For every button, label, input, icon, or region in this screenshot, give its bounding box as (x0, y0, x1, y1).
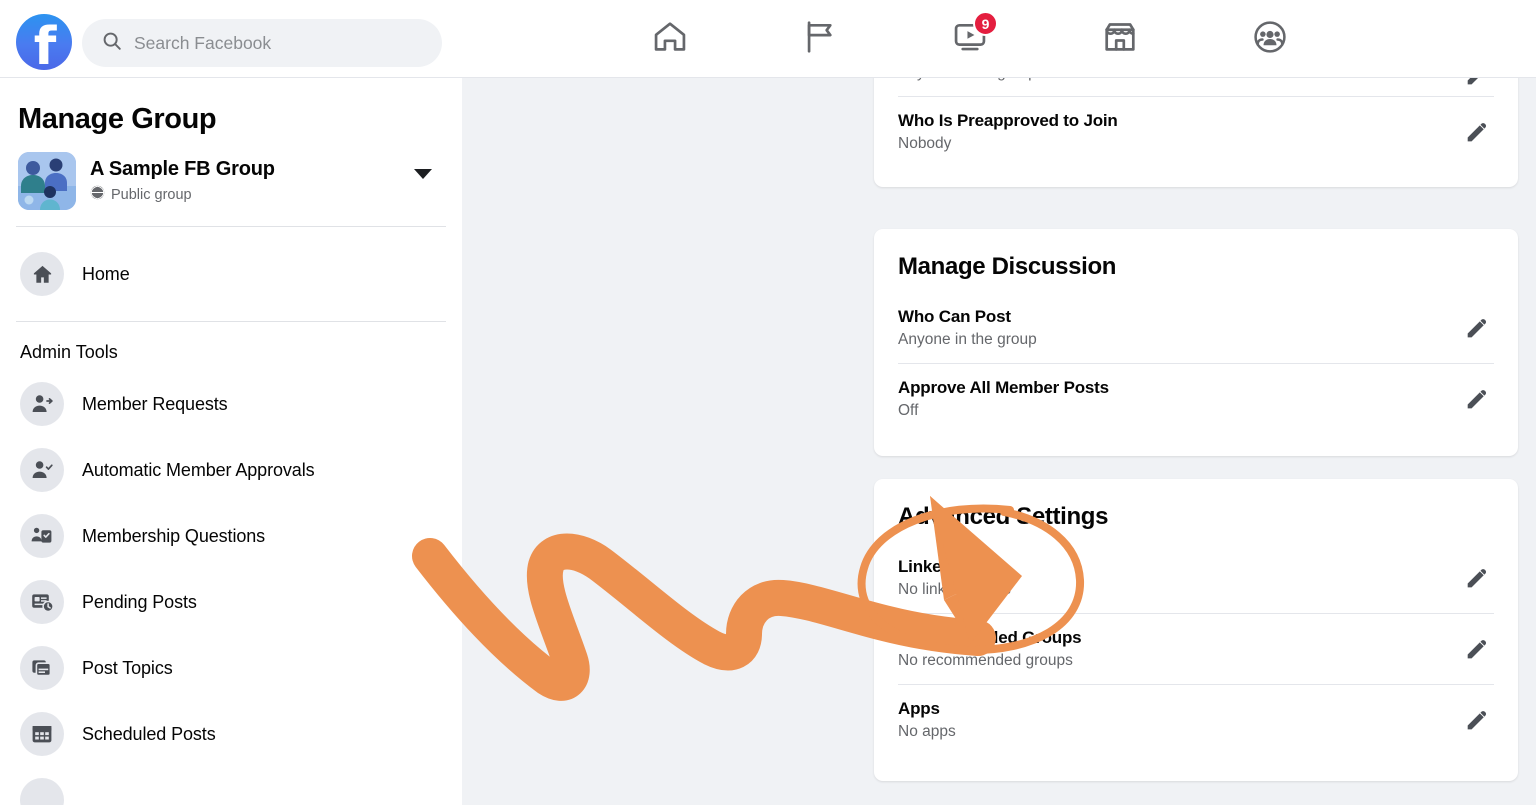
pending-posts-icon (20, 580, 64, 624)
setting-label: Who Is Preapproved to Join (898, 111, 1118, 130)
nav-marketplace-button[interactable] (1090, 9, 1150, 69)
membership-questions-icon (20, 514, 64, 558)
group-avatar (18, 152, 76, 210)
home-icon (20, 252, 64, 296)
setting-row-recommended-groups[interactable]: Recommended Groups No recommended groups (898, 613, 1494, 684)
pencil-icon[interactable] (1460, 561, 1494, 595)
group-privacy: Public group (90, 185, 275, 204)
setting-value: No apps (898, 723, 956, 740)
sidebar-item-home[interactable]: Home (16, 241, 446, 307)
scheduled-posts-icon (20, 712, 64, 756)
facebook-logo[interactable]: f (16, 14, 72, 70)
card-title: Manage Discussion (898, 253, 1117, 280)
member-requests-icon (20, 382, 64, 426)
card-title: Advanced Settings (898, 503, 1109, 530)
setting-value: Anyone in the group (898, 78, 1434, 82)
sidebar-item-label: Membership Questions (82, 525, 266, 546)
page-title: Manage Group (18, 103, 217, 135)
setting-row-linked-pages[interactable]: Linked Pages No linked Pages (898, 543, 1494, 613)
setting-label: Who Can Post (898, 307, 1011, 326)
sidebar-item-membership-questions[interactable]: Membership Questions (16, 503, 446, 569)
setting-label: Linked Pages (898, 557, 1006, 576)
app-root: f Search Facebook 9 Manage Group A Sampl… (0, 0, 1536, 805)
sidebar-item-label: Pending Posts (82, 591, 197, 612)
marketplace-icon (1101, 18, 1139, 61)
settings-card-membership: Anyone in the group Who Is Preapproved t… (874, 78, 1518, 187)
setting-row[interactable]: Approve All Member Posts Off (898, 363, 1494, 434)
pencil-icon[interactable] (1460, 78, 1494, 92)
sidebar-item-label: Automatic Member Approvals (82, 459, 315, 480)
flag-icon (801, 18, 839, 61)
sidebar-item-post-topics[interactable]: Post Topics (16, 635, 446, 701)
sidebar-divider-top (16, 226, 446, 227)
sidebar-item-scheduled-posts[interactable]: Scheduled Posts (16, 701, 446, 767)
setting-row-apps[interactable]: Apps No apps (898, 684, 1494, 755)
sidebar-item-partial[interactable] (16, 767, 446, 805)
group-privacy-label: Public group (111, 186, 192, 203)
groups-icon (1251, 18, 1289, 61)
group-name: A Sample FB Group (90, 158, 275, 180)
nav-home-button[interactable] (640, 9, 700, 69)
sidebar-item-member-requests[interactable]: Member Requests (16, 371, 446, 437)
group-meta: A Sample FB Group Public group (90, 158, 275, 204)
nav-groups-button[interactable] (1240, 9, 1300, 69)
post-topics-icon (20, 646, 64, 690)
chevron-down-icon[interactable] (414, 169, 432, 179)
top-navigation-bar: f Search Facebook 9 (0, 0, 1536, 78)
pencil-icon[interactable] (1460, 703, 1494, 737)
group-settings-content: Anyone in the group Who Is Preapproved t… (462, 78, 1536, 805)
pencil-icon[interactable] (1460, 311, 1494, 345)
globe-icon (90, 185, 105, 204)
sidebar-item-label: Scheduled Posts (82, 723, 216, 744)
nav-watch-button[interactable]: 9 (940, 9, 1000, 69)
sidebar-item-label: Post Topics (82, 657, 173, 678)
pencil-icon[interactable] (1460, 632, 1494, 666)
search-input[interactable]: Search Facebook (82, 19, 442, 67)
setting-value: No linked Pages (898, 581, 1011, 598)
search-icon (101, 30, 123, 57)
setting-value: No recommended groups (898, 652, 1073, 669)
home-icon (651, 18, 689, 61)
sidebar-section-admin-tools: Admin Tools (20, 342, 118, 362)
setting-label: Recommended Groups (898, 628, 1082, 647)
setting-value: Off (898, 402, 919, 419)
sidebar-item-label: Home (82, 263, 130, 284)
setting-value: Nobody (898, 135, 952, 152)
pencil-icon[interactable] (1460, 382, 1494, 416)
setting-row[interactable]: Who Can Post Anyone in the group (898, 293, 1494, 363)
pencil-icon[interactable] (1460, 115, 1494, 149)
watch-notification-badge: 9 (973, 11, 998, 36)
settings-card-advanced-settings: Advanced Settings Linked Pages No linked… (874, 479, 1518, 781)
setting-row[interactable]: Who Is Preapproved to Join Nobody (898, 96, 1494, 167)
member-approvals-icon (20, 448, 64, 492)
facebook-logo-letter: f (33, 17, 57, 70)
nav-pages-button[interactable] (790, 9, 850, 69)
setting-value: Anyone in the group (898, 331, 1037, 348)
setting-label: Approve All Member Posts (898, 378, 1109, 397)
settings-card-manage-discussion: Manage Discussion Who Can Post Anyone in… (874, 229, 1518, 456)
search-placeholder: Search Facebook (134, 32, 272, 53)
sidebar-item-pending-posts[interactable]: Pending Posts (16, 569, 446, 635)
nav-icon-group: 9 (600, 0, 1340, 78)
group-selector[interactable]: A Sample FB Group Public group (16, 136, 446, 226)
setting-row[interactable]: Anyone in the group (898, 78, 1494, 96)
sidebar-item-automatic-member-approvals[interactable]: Automatic Member Approvals (16, 437, 446, 503)
sidebar-item-label: Member Requests (82, 393, 228, 414)
partial-item-icon (20, 778, 64, 805)
manage-group-sidebar[interactable]: Manage Group A Sample FB Group Public gr… (0, 78, 462, 805)
setting-label: Apps (898, 699, 940, 718)
